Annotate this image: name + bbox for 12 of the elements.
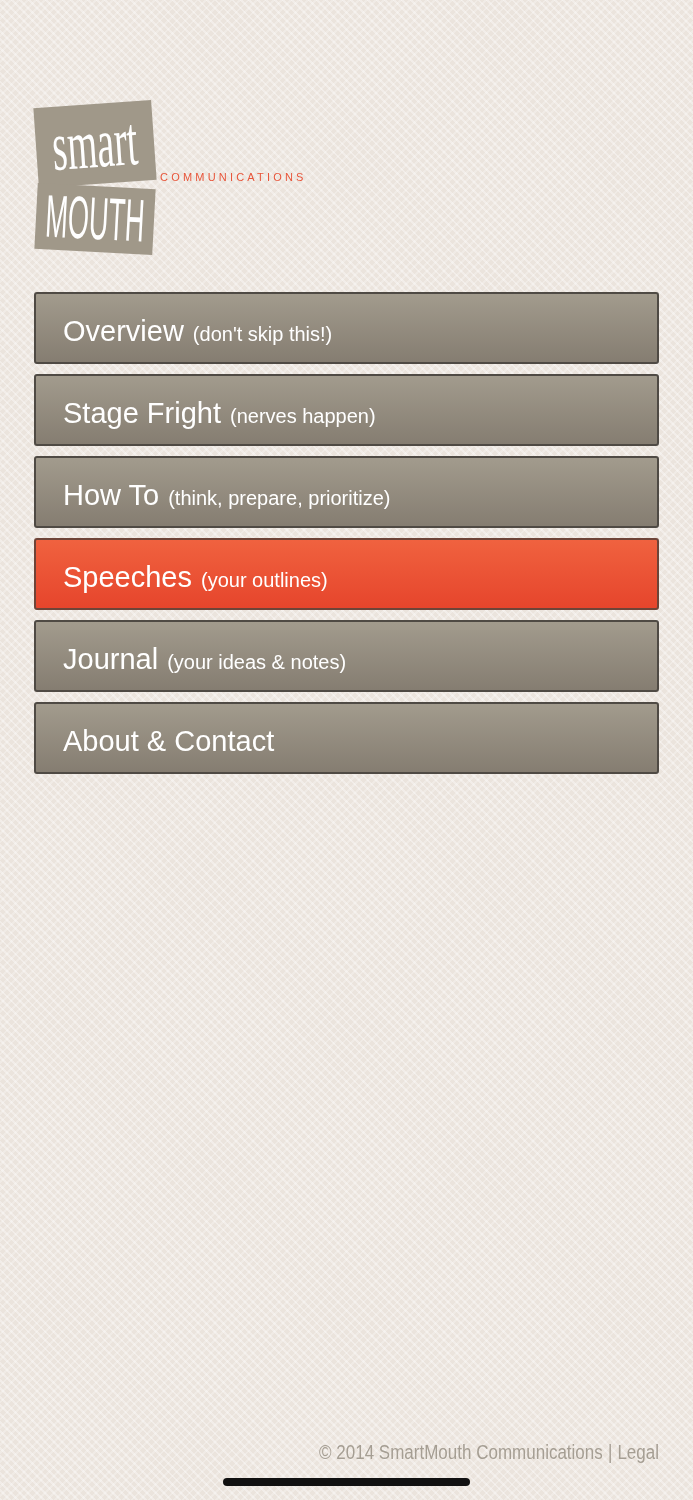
logo-tagline: COMMUNICATIONS xyxy=(160,171,307,183)
menu-item[interactable]: Speeches (your outlines) xyxy=(34,538,659,610)
legal-link[interactable]: Legal xyxy=(617,1441,659,1464)
copyright-text: © 2014 SmartMouth Communications xyxy=(319,1441,603,1464)
menu-item[interactable]: About & Contact xyxy=(34,702,659,774)
menu-item[interactable]: Journal (your ideas & notes) xyxy=(34,620,659,692)
logo-word: smart xyxy=(49,106,141,182)
logo-word: MOUTH xyxy=(44,186,146,252)
menu-item[interactable]: Stage Fright (nerves happen) xyxy=(34,374,659,446)
menu-item[interactable]: Overview (don't skip this!) xyxy=(34,292,659,364)
menu-item[interactable]: How To (think, prepare, prioritize) xyxy=(34,456,659,528)
separator: | xyxy=(607,1441,613,1464)
